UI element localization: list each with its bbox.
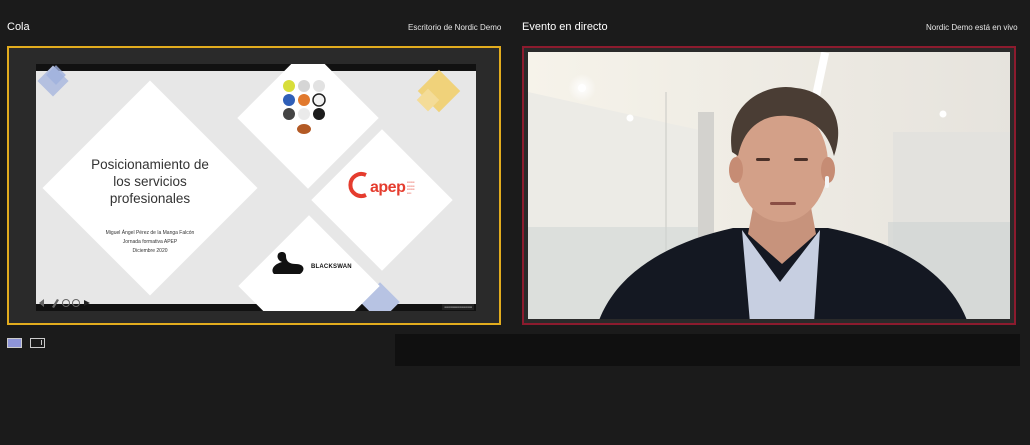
slide-date: Diciembre 2020: [132, 248, 168, 254]
speaker-video-frame: [528, 52, 1010, 319]
slide-title: Posicionamiento de los servicios profesi…: [91, 157, 209, 206]
swan-icon: [272, 252, 304, 274]
slide-event: Jornada formativa APEP: [122, 239, 178, 245]
live-preview[interactable]: [522, 46, 1016, 325]
live-video-feed: [528, 52, 1010, 319]
queue-source-label: Escritorio de Nordic Demo: [408, 23, 502, 32]
blackswan-logo-text: BLACKSWAN: [311, 264, 352, 270]
ball-grid-icon: [283, 80, 326, 134]
apep-logo-icon: [348, 172, 367, 198]
queue-title: Cola: [7, 21, 30, 33]
slide-top-bar: [36, 64, 476, 71]
apep-logo-text: apep: [370, 179, 406, 196]
apep-logo-subtext: ▪▪▪▪▪▪▪ ▪▪▪▪▪▪▪ ▪▪▪▪▪▪▪ ▪▪▪▪: [407, 180, 415, 195]
queue-preview[interactable]: Posicionamiento de los servicios profesi…: [7, 46, 501, 325]
live-status-label: Nordic Demo está en vivo: [926, 23, 1018, 32]
layout-single-icon[interactable]: [7, 338, 22, 348]
layout-split-icon[interactable]: [30, 338, 45, 348]
live-title: Evento en directo: [522, 21, 608, 33]
slide-author: Miguel Ángel Pérez de la Manga Falcón: [105, 230, 195, 236]
control-strip: [395, 334, 1020, 366]
slide-controls[interactable]: [38, 298, 98, 308]
slide-bottom-bar: [36, 304, 476, 311]
slide-footer-credit: ▪▪▪▪▪▪▪▪▪▪▪▪▪▪▪▪▪▪▪▪▪▪▪▪▪▪: [442, 304, 474, 310]
presentation-slide: Posicionamiento de los servicios profesi…: [36, 64, 476, 311]
